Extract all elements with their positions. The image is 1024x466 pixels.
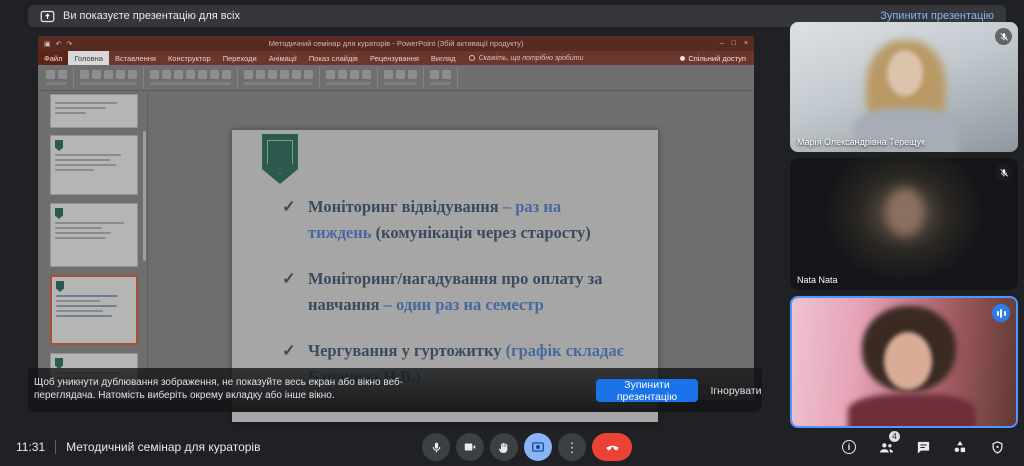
mirroring-notification: Щоб уникнути дублювання зображення, не п…: [28, 368, 762, 412]
presenting-message: Ви показуєте презентацію для всіх: [63, 10, 240, 22]
ppt-tab-transitions[interactable]: Переходи: [217, 51, 263, 65]
ribbon-group: [326, 67, 378, 89]
minimize-icon[interactable]: –: [720, 40, 724, 47]
ppt-ribbon-tabs: Файл Головна Вставлення Конструктор Пере…: [38, 51, 754, 65]
stop-presenting-button[interactable]: Зупинити презентацію: [596, 379, 698, 402]
slide-thumbnail-selected[interactable]: [50, 275, 138, 345]
slide-thumbnail[interactable]: [50, 135, 138, 195]
undo-icon[interactable]: ↶: [56, 40, 62, 48]
maximize-icon[interactable]: □: [732, 40, 736, 47]
ppt-share-button[interactable]: Спільний доступ: [672, 51, 754, 65]
participant-video: [790, 22, 1018, 152]
person-icon: [680, 56, 685, 61]
speaking-indicator-icon: [992, 304, 1010, 322]
ppt-tab-file[interactable]: Файл: [38, 51, 68, 65]
meet-call-screen: Ви показуєте презентацію для всіх Зупини…: [0, 0, 1024, 466]
participant-name: Nata Nata: [797, 275, 838, 285]
ppt-window-title: Методичний семінар для кураторів - Power…: [72, 39, 719, 48]
meeting-details-button[interactable]: i: [836, 433, 862, 461]
screen-share-icon: [40, 10, 55, 23]
lightbulb-icon: [469, 55, 475, 61]
university-emblem-icon: [55, 140, 63, 151]
ppt-tab-animations[interactable]: Анімації: [263, 51, 303, 65]
slide-bullet-1: ✓Моніторинг відвідування – раз на тижден…: [282, 194, 624, 246]
participant-video: [790, 158, 1018, 290]
bottom-control-bar: 11:31 Методичний семінар для кураторів: [0, 428, 1024, 466]
ppt-tab-design[interactable]: Конструктор: [162, 51, 217, 65]
ppt-tab-view[interactable]: Вигляд: [425, 51, 462, 65]
shared-powerpoint-window: ▣ ↶ ↷ Методичний семінар для кураторів -…: [38, 36, 754, 400]
info-icon: i: [842, 440, 856, 454]
ppt-slide-canvas: ✓Моніторинг відвідування – раз на тижден…: [148, 91, 754, 400]
end-call-button[interactable]: [592, 433, 632, 461]
slide-bullet-2: ✓Моніторинг/нагадування про оплату за на…: [282, 266, 624, 318]
participant-video: [792, 298, 1016, 426]
participant-tile-2[interactable]: Nata Nata: [790, 158, 1018, 290]
university-emblem-icon: [55, 208, 63, 219]
participants-count-badge: 4: [889, 431, 900, 442]
close-icon[interactable]: ×: [744, 40, 748, 47]
chat-icon: [916, 440, 931, 455]
ribbon-group: [150, 67, 238, 89]
host-controls-button[interactable]: [984, 433, 1010, 461]
slide-panel-scrollbar[interactable]: [143, 131, 146, 261]
mic-muted-icon: [995, 164, 1012, 181]
ribbon-group: [430, 67, 458, 89]
present-screen-button[interactable]: [524, 433, 552, 461]
activities-button[interactable]: [947, 433, 973, 461]
meeting-title: Методичний семінар для кураторів: [55, 440, 260, 454]
slide-thumbnail[interactable]: [50, 94, 138, 128]
mic-muted-icon: [995, 28, 1012, 45]
ppt-tab-slideshow[interactable]: Показ слайдів: [303, 51, 364, 65]
shield-lock-icon: [990, 440, 1005, 455]
ribbon-group: [80, 67, 144, 89]
participant-tile-active-speaker[interactable]: [790, 296, 1018, 428]
participant-tile-1[interactable]: Марія Олександрівна Терещук: [790, 22, 1018, 152]
ppt-tab-insert[interactable]: Вставлення: [109, 51, 162, 65]
more-vert-icon: ⋮: [566, 441, 579, 454]
show-participants-button[interactable]: 4: [873, 433, 899, 461]
more-options-button[interactable]: ⋮: [558, 433, 586, 461]
ppt-tellme-search[interactable]: Скажіть, що потрібно зробити: [461, 51, 591, 65]
microphone-button[interactable]: [422, 433, 450, 461]
slide-thumbnail[interactable]: [50, 203, 138, 267]
save-icon[interactable]: ▣: [44, 40, 51, 48]
ppt-tab-review[interactable]: Рецензування: [364, 51, 425, 65]
ppt-slide-panel: [38, 91, 148, 400]
participant-name: Марія Олександрівна Терещук: [797, 137, 925, 147]
ribbon-group: [46, 67, 74, 89]
ppt-titlebar: ▣ ↶ ↷ Методичний семінар для кураторів -…: [38, 36, 754, 51]
university-emblem-icon: [262, 134, 298, 184]
notification-text: Щоб уникнути дублювання зображення, не п…: [34, 376, 414, 402]
checkmark-icon: ✓: [282, 266, 296, 292]
end-call-icon: [604, 439, 621, 456]
university-emblem-icon: [56, 281, 64, 292]
ribbon-group: [384, 67, 424, 89]
activities-icon: [952, 439, 968, 455]
checkmark-icon: ✓: [282, 194, 296, 220]
raise-hand-button[interactable]: [490, 433, 518, 461]
ribbon-group: [244, 67, 320, 89]
ignore-button[interactable]: Ігнорувати: [706, 379, 766, 402]
ppt-tab-home[interactable]: Головна: [68, 51, 109, 65]
clock-time: 11:31: [16, 440, 45, 454]
ppt-ribbon-toolbar[interactable]: [38, 65, 754, 91]
checkmark-icon: ✓: [282, 338, 296, 364]
camera-button[interactable]: [456, 433, 484, 461]
chat-button[interactable]: [910, 433, 936, 461]
stop-presenting-link[interactable]: Зупинити презентацію: [880, 10, 994, 22]
